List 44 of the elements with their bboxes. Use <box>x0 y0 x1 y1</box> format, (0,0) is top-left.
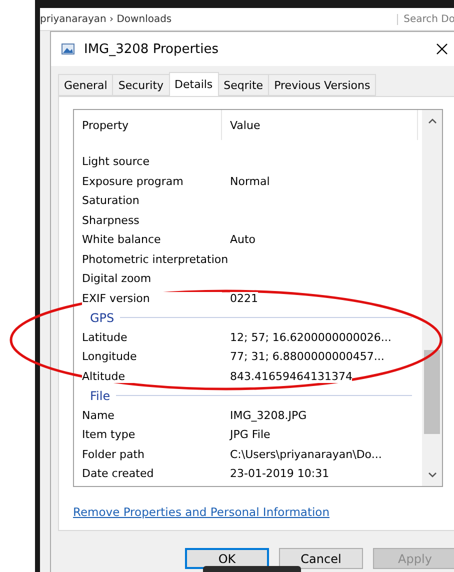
property-name: Sharpness <box>82 214 140 227</box>
scroll-up-icon <box>428 118 436 124</box>
tab[interactable]: Previous Versions <box>268 74 376 96</box>
property-value: 77; 31; 6.8800000000457... <box>230 350 384 364</box>
picture-file-icon <box>61 42 75 56</box>
scroll-thumb[interactable] <box>424 350 440 434</box>
property-name: Folder path <box>82 448 144 461</box>
property-name: Exposure program <box>82 174 184 188</box>
property-name: Item type <box>82 428 136 442</box>
property-name: Longitude <box>82 350 137 364</box>
property-name: Saturation <box>82 194 140 208</box>
scrollbar[interactable] <box>422 110 442 486</box>
remove-properties-link[interactable]: Remove Properties and Personal Information <box>73 505 330 519</box>
property-value: 0221 <box>230 292 258 305</box>
property-name: Date created <box>82 467 154 480</box>
tab[interactable]: Security <box>112 74 170 96</box>
property-value: 843.41659464131374 <box>230 370 352 383</box>
property-value: Auto <box>230 233 256 246</box>
property-value: 23-01-2019 10:31 <box>230 467 330 480</box>
tab[interactable]: Details <box>168 72 219 96</box>
property-name: Digital zoom <box>82 272 152 286</box>
tab[interactable]: General <box>58 74 114 96</box>
group-heading: GPS <box>90 310 114 325</box>
scroll-down-icon <box>428 472 436 478</box>
property-value: Normal <box>230 174 270 188</box>
property-name: Photometric interpretation <box>82 252 228 266</box>
property-name: Light source <box>82 155 150 168</box>
dialog-button[interactable]: Cancel <box>279 548 363 569</box>
property-name: Latitude <box>82 330 128 344</box>
property-name: EXIF version <box>82 292 150 305</box>
column-header[interactable]: Value <box>222 110 418 140</box>
group-heading: File <box>90 388 110 403</box>
property-value: 12; 57; 16.6200000000026... <box>230 330 392 344</box>
property-name: Altitude <box>82 370 125 383</box>
breadcrumb-path: priyanarayan › Downloads <box>40 14 172 24</box>
tab[interactable]: Seqrite <box>218 74 270 96</box>
window-title: IMG_3208 Properties <box>84 42 220 56</box>
property-value: IMG_3208.JPG <box>230 408 307 422</box>
close-icon <box>436 43 448 55</box>
property-value: C:\Users\priyanarayan\Do... <box>230 448 382 461</box>
property-value: JPG File <box>230 428 270 442</box>
property-name: White balance <box>82 233 161 246</box>
property-name: Name <box>82 408 114 422</box>
column-header[interactable]: Property <box>74 110 222 140</box>
